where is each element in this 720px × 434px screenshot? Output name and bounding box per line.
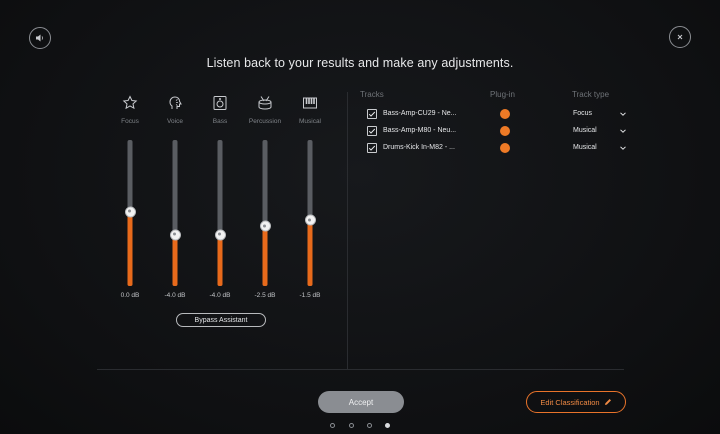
plugin-indicator[interactable] bbox=[500, 143, 510, 153]
fader-knob[interactable] bbox=[214, 229, 226, 241]
edit-classification-button[interactable]: Edit Classification bbox=[526, 391, 626, 413]
track-type-value: Focus bbox=[573, 110, 593, 117]
track-type-select[interactable]: Musical bbox=[573, 142, 629, 154]
voice-head-icon bbox=[166, 94, 184, 112]
page-dot[interactable] bbox=[349, 423, 354, 428]
channel-value: -1.5 dB bbox=[299, 292, 321, 299]
chevron-down-icon bbox=[620, 146, 626, 150]
chevron-down-icon bbox=[620, 129, 626, 133]
drum-icon bbox=[256, 94, 274, 112]
track-checkbox[interactable] bbox=[367, 143, 377, 153]
track-row: Bass-Amp-M80 - Neu... Musical bbox=[360, 124, 630, 138]
fader-fill bbox=[262, 226, 268, 286]
checkmark-icon bbox=[368, 111, 376, 117]
bypass-assistant-button[interactable]: Bypass Assistant bbox=[176, 313, 266, 327]
page-title: Listen back to your results and make any… bbox=[206, 56, 514, 70]
star-icon bbox=[121, 94, 139, 112]
checkmark-icon bbox=[368, 128, 376, 134]
fader-knob[interactable] bbox=[304, 214, 316, 226]
track-checkbox[interactable] bbox=[367, 126, 377, 136]
channel-voice: Voice -4.0 dB bbox=[155, 94, 195, 309]
chevron-down-icon bbox=[620, 112, 626, 116]
page-dot[interactable] bbox=[385, 423, 390, 428]
track-name: Drums-Kick In-M82 - ... bbox=[383, 144, 455, 151]
plugin-indicator[interactable] bbox=[500, 126, 510, 136]
audio-preview-button[interactable] bbox=[29, 27, 51, 49]
footer-divider bbox=[97, 369, 624, 370]
channel-musical: Musical -1.5 dB bbox=[290, 94, 330, 309]
page-indicator bbox=[330, 423, 392, 429]
close-button[interactable] bbox=[669, 26, 691, 48]
fader-knob[interactable] bbox=[169, 229, 181, 241]
fader-track[interactable] bbox=[304, 140, 316, 286]
assistant-window: Listen back to your results and make any… bbox=[0, 0, 720, 434]
keyboard-icon bbox=[301, 94, 319, 112]
track-checkbox[interactable] bbox=[367, 109, 377, 119]
page-dot[interactable] bbox=[330, 423, 335, 428]
fader-track[interactable] bbox=[124, 140, 136, 286]
fader-knob[interactable] bbox=[124, 206, 136, 218]
fader-fill bbox=[217, 234, 223, 286]
channel-label: Musical bbox=[298, 118, 322, 125]
channel-bass: Bass -4.0 dB bbox=[200, 94, 240, 309]
channel-focus: Focus 0.0 dB bbox=[110, 94, 150, 309]
track-type-select[interactable]: Focus bbox=[573, 108, 629, 120]
channel-percussion: Percussion -2.5 dB bbox=[245, 94, 285, 309]
accept-button[interactable]: Accept bbox=[318, 391, 404, 413]
fader-knob[interactable] bbox=[259, 220, 271, 232]
panel-divider bbox=[347, 92, 348, 370]
track-type-value: Musical bbox=[573, 127, 597, 134]
page-dot[interactable] bbox=[367, 423, 372, 428]
track-row: Bass-Amp-CU29 - Ne... Focus bbox=[360, 107, 630, 121]
fader-track[interactable] bbox=[214, 140, 226, 286]
fader-track[interactable] bbox=[169, 140, 181, 286]
track-name: Bass-Amp-CU29 - Ne... bbox=[383, 110, 457, 117]
close-icon bbox=[677, 34, 683, 40]
checkmark-icon bbox=[368, 145, 376, 151]
pencil-icon bbox=[604, 399, 611, 405]
fader-fill bbox=[307, 220, 313, 286]
track-type-value: Musical bbox=[573, 144, 597, 151]
track-name: Bass-Amp-M80 - Neu... bbox=[383, 127, 457, 134]
plugin-indicator[interactable] bbox=[500, 109, 510, 119]
plugin-column-header: Plug-in bbox=[490, 90, 515, 99]
speaker-box-icon bbox=[211, 94, 229, 112]
track-type-column-header: Track type bbox=[572, 90, 610, 99]
tracks-column-header: Tracks bbox=[360, 90, 384, 99]
track-row: Drums-Kick In-M82 - ... Musical bbox=[360, 141, 630, 155]
track-type-select[interactable]: Musical bbox=[573, 125, 629, 137]
fader-fill bbox=[127, 211, 133, 286]
level-mixer: Focus 0.0 dB Voice -4.0 dB Bass -4.0 dB … bbox=[106, 94, 340, 334]
edit-classification-label: Edit Classification bbox=[540, 397, 600, 407]
fader-fill bbox=[172, 234, 178, 286]
fader-track[interactable] bbox=[259, 140, 271, 286]
speaker-icon bbox=[36, 34, 43, 42]
